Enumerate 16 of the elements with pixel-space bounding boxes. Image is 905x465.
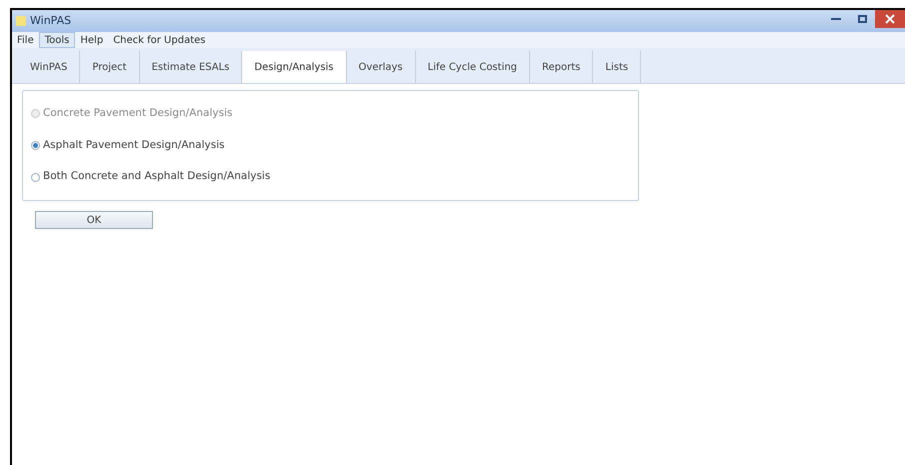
radio-option[interactable]: Both Concrete and Asphalt Design/Analysis [31, 169, 270, 186]
menu-item[interactable]: Help [75, 32, 108, 48]
close-button[interactable] [875, 10, 905, 28]
menu-item[interactable]: File [12, 32, 39, 48]
app-icon [16, 16, 26, 26]
ok-button[interactable]: OK [35, 211, 153, 229]
tab[interactable]: Design/Analysis [242, 51, 347, 83]
close-icon [885, 14, 895, 24]
radio-button[interactable] [31, 141, 40, 150]
menu-item[interactable]: Check for Updates [108, 32, 210, 48]
radio-button[interactable] [31, 172, 40, 182]
radio-option[interactable]: Asphalt Pavement Design/Analysis [31, 138, 225, 154]
minimize-icon [831, 18, 841, 20]
menu-item[interactable]: Tools [38, 32, 76, 48]
maximize-icon [858, 15, 866, 23]
window-title: WinPAS [30, 12, 72, 29]
